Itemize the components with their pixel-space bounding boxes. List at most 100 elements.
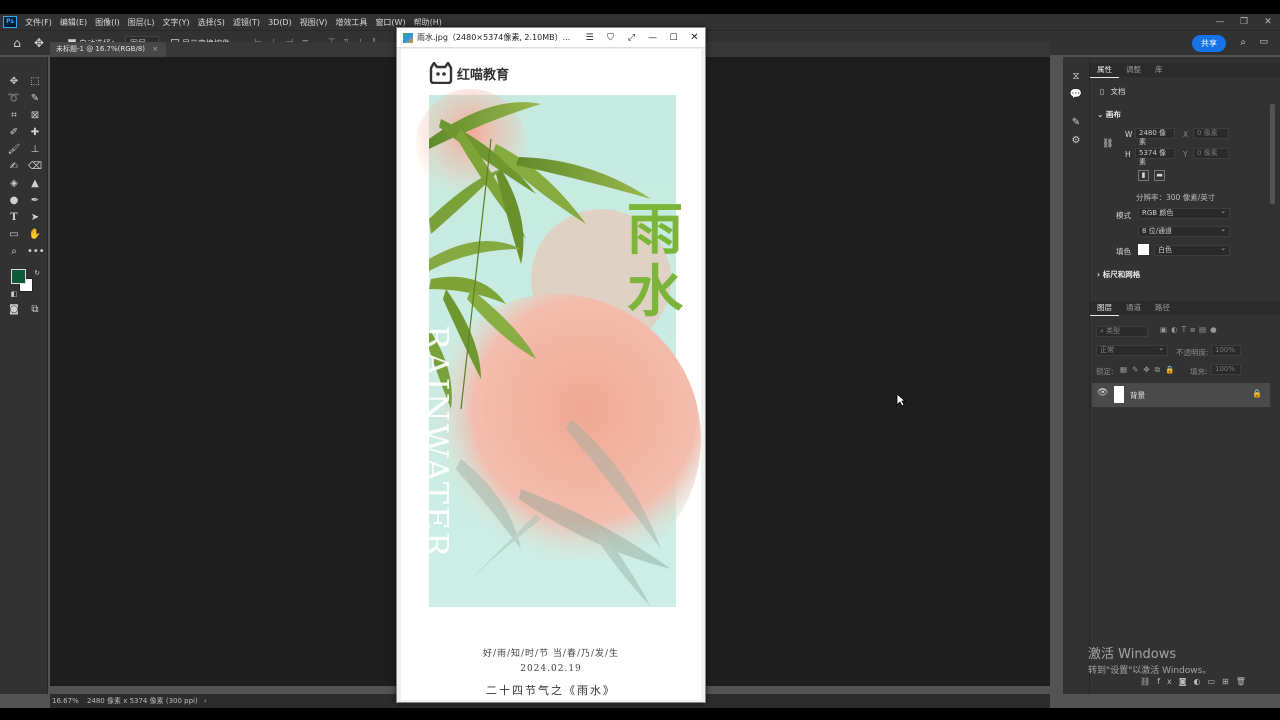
menu-view[interactable]: 视图(V) [296,17,332,28]
new-layer-icon[interactable]: ⊞ [1222,677,1236,686]
tab-untitled-1[interactable]: 未标题-1 @ 16.7%(RGB/8) × [50,42,167,57]
image-window-titlebar[interactable]: 雨水.jpg（2480×5374像素, 2.10MB）... ☰ ⛉ ⤢ — ☐… [397,28,705,48]
comments-panel-icon[interactable]: 💬 [1068,87,1084,103]
menu-layer[interactable]: 图层(L) [124,17,159,28]
fill-dropdown[interactable]: 白色 [1154,244,1230,256]
workspace-icon[interactable]: ▭ [1259,37,1268,47]
menu-filter[interactable]: 滤镜(T) [229,17,264,28]
menu-select[interactable]: 选择(S) [194,17,229,28]
tab-adjustments[interactable]: 调整 [1119,63,1148,77]
canvas-section[interactable]: ⌄ 画布 [1097,109,1121,120]
menu-image[interactable]: 图像(I) [91,17,124,28]
tab-label: 未标题-1 @ 16.7%(RGB/8) [56,45,146,53]
eye-icon[interactable]: 👁 [1097,388,1108,398]
x-field[interactable]: 0 像素 [1193,128,1229,139]
opacity-field[interactable]: 100% [1211,345,1241,356]
more-tools-icon[interactable]: ••• [27,244,45,260]
group-icon[interactable]: ▭ [1207,677,1222,686]
type-icon[interactable]: T [6,210,22,226]
menu-type[interactable]: 文字(Y) [158,17,193,28]
lock-icons[interactable]: ▦✎✥⧉🔒 [1120,365,1179,375]
link-icon[interactable]: ⛓ [1102,139,1113,149]
swap-colors-icon[interactable]: ↻ [29,265,45,281]
menu-window[interactable]: 窗口(W) [371,17,409,28]
screen-mode-icon[interactable]: ⧉ [27,302,43,318]
window-minimize-icon[interactable]: — [642,33,663,43]
hand-icon[interactable]: ✋ [27,227,43,243]
history-panel-icon[interactable]: ⧖ [1068,69,1084,85]
marquee-icon[interactable]: ⬚ [27,74,43,90]
portrait-icon[interactable]: ▮ [1138,170,1149,181]
brush-settings-icon[interactable]: ✎ [1068,115,1084,131]
adjustment-icon[interactable]: ◐ [1193,677,1207,686]
move-tool-icon[interactable]: ✥ [28,36,50,50]
eyedropper-icon[interactable]: ✐ [6,125,22,141]
close-icon[interactable]: ✕ [1256,14,1280,30]
properties-scrollbar[interactable] [1270,104,1275,204]
tab-libraries[interactable]: 库 [1148,63,1170,77]
document-info[interactable]: 2480 像素 x 5374 像素 (300 ppi) [87,697,198,705]
window-maximize-icon[interactable]: ☐ [663,33,684,43]
blend-mode-dropdown[interactable]: 正常 [1096,344,1168,356]
fill-color-swatch[interactable] [1138,244,1149,255]
status-arrow-icon[interactable]: › [204,697,207,705]
zoom-level[interactable]: 16.67% [52,697,79,705]
window-close-icon[interactable]: ✕ [684,32,705,43]
fullscreen-icon[interactable]: ⤢ [621,33,642,43]
menu-help[interactable]: 帮助(H) [410,17,446,28]
search-icon[interactable]: ⌕ [1240,37,1246,48]
move-icon[interactable]: ✥ [6,74,22,90]
default-colors-icon[interactable]: ◧ [6,286,22,302]
eraser-icon[interactable]: ⌫ [27,159,43,175]
fx-icon[interactable]: fx [1157,677,1179,686]
menu-icon[interactable]: ☰ [579,33,600,43]
menu-edit[interactable]: 编辑(E) [56,17,91,28]
shield-icon[interactable]: ⛉ [600,33,621,43]
pen-icon[interactable]: ✒ [27,193,43,209]
layer-filter-icons[interactable]: ▣◐T⧈▤● [1160,325,1221,335]
tab-paths[interactable]: 路径 [1148,301,1177,315]
restore-icon[interactable]: ❐ [1232,14,1256,30]
tab-channels[interactable]: 通道 [1119,301,1148,315]
fill-opacity-field[interactable]: 100% [1211,364,1241,375]
rulers-section[interactable]: › 标尺和网格 [1097,269,1140,280]
layer-row-background[interactable]: 👁 背景 🔒 [1092,383,1270,407]
history-brush-icon[interactable]: ✍ [6,159,22,175]
zoom-icon[interactable]: ⌕ [6,244,22,260]
quick-mask-icon[interactable]: ◙ [6,302,22,318]
minimize-icon[interactable]: — [1208,14,1232,30]
home-icon[interactable]: ⌂ [6,36,28,50]
share-button[interactable]: 共享 [1192,35,1226,52]
frame-icon[interactable]: ⊠ [27,108,43,124]
lasso-icon[interactable]: ➰ [6,91,22,107]
menu-plugins[interactable]: 增效工具 [331,17,371,28]
bit-depth-dropdown[interactable]: 8 位/通道 [1138,225,1230,237]
brush-icon[interactable]: 🖌 [6,142,22,158]
mode-dropdown[interactable]: RGB 颜色 [1138,207,1230,219]
layer-filter-input[interactable]: ⌕ 类型 [1096,326,1148,337]
y-field[interactable]: 0 像素 [1193,148,1229,159]
tab-close-icon[interactable]: × [152,45,158,53]
tab-layers[interactable]: 图层 [1090,301,1119,316]
height-field[interactable]: 5374 像素 [1135,148,1175,166]
delete-icon[interactable]: 🗑 [1236,677,1253,686]
stamp-icon[interactable]: ⊥ [27,142,43,158]
link-layers-icon[interactable]: ⛓ [1140,677,1157,686]
blur-icon[interactable]: ▲ [27,176,43,192]
rectangle-icon[interactable]: ▭ [6,227,22,243]
path-select-icon[interactable]: ➤ [27,210,43,226]
menu-file[interactable]: 文件(F) [21,17,56,28]
tab-properties[interactable]: 属性 [1090,63,1119,78]
landscape-icon[interactable]: ▬ [1154,170,1165,181]
mask-icon[interactable]: ◙ [1179,677,1194,686]
dodge-icon[interactable]: ● [6,193,22,209]
width-field[interactable]: 2480 像素 [1135,128,1175,146]
layer-name[interactable]: 背景 [1130,390,1145,401]
menu-3d[interactable]: 3D(D) [264,18,296,27]
crop-icon[interactable]: ⌗ [6,108,22,124]
foreground-color-swatch[interactable] [11,269,26,284]
adjust-panel-icon[interactable]: ⚙ [1068,133,1084,149]
paint-bucket-icon[interactable]: ◈ [6,176,22,192]
quick-select-icon[interactable]: ✎ [27,91,43,107]
spot-heal-icon[interactable]: ✚ [27,125,43,141]
